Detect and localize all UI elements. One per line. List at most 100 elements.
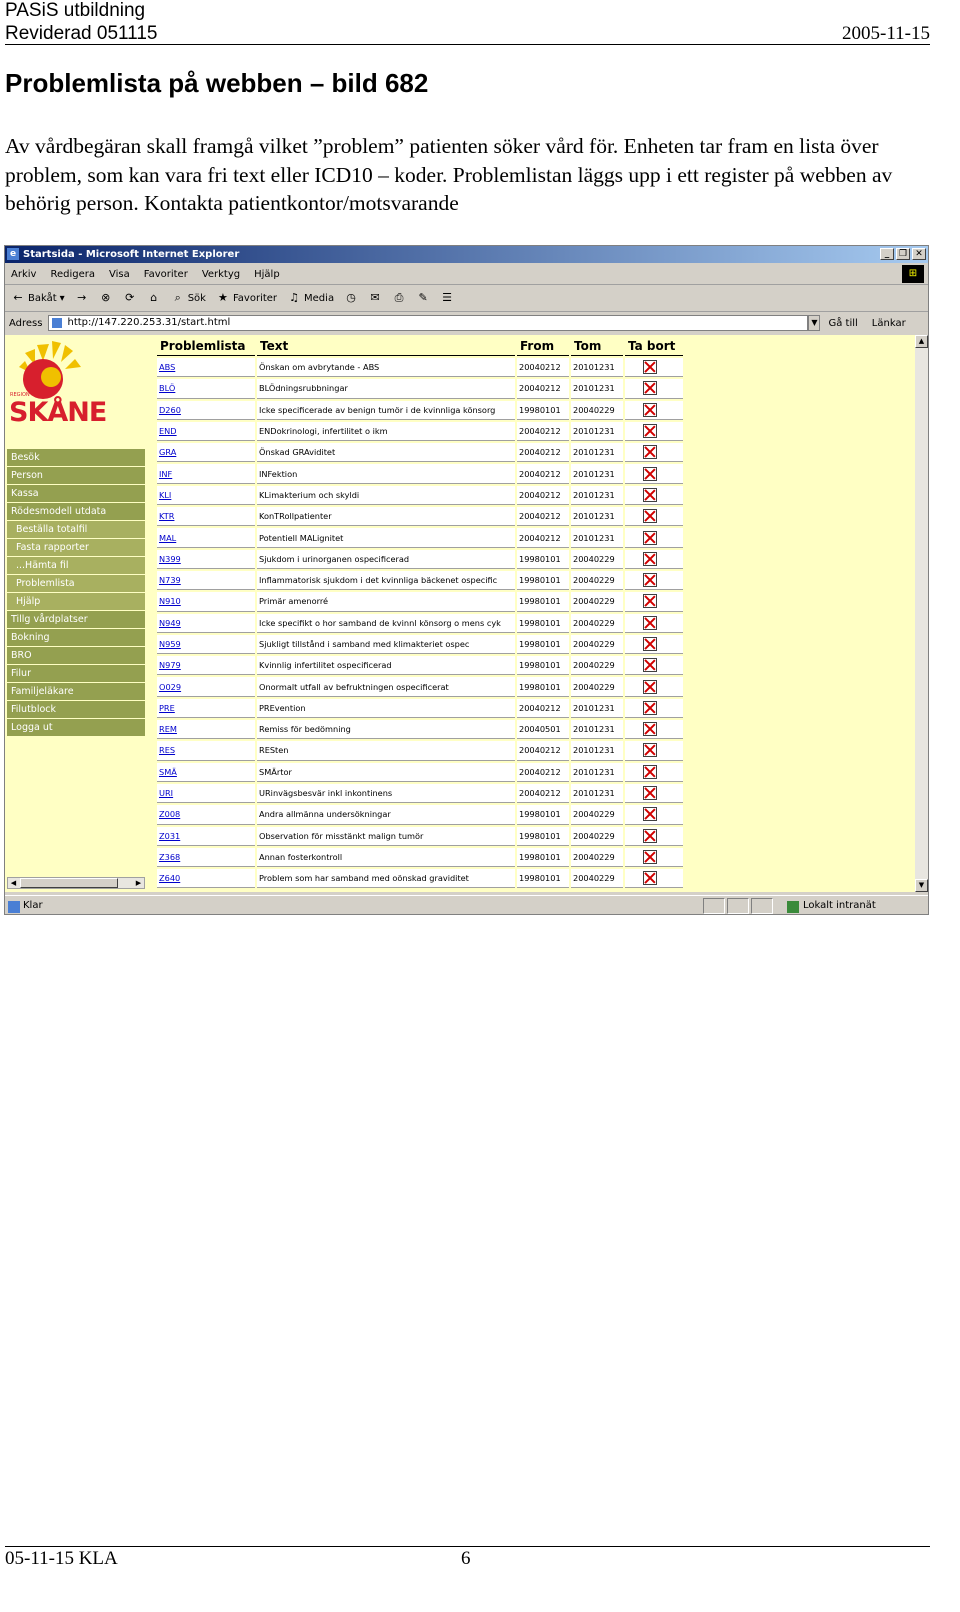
delete-icon[interactable] bbox=[643, 360, 657, 375]
nav-item-problemlista[interactable]: Problemlista bbox=[7, 575, 145, 592]
chevron-down-icon[interactable]: ▾ bbox=[60, 293, 65, 304]
nav-item-bro[interactable]: BRO bbox=[7, 647, 145, 664]
delete-icon[interactable] bbox=[643, 466, 657, 481]
problem-code-link[interactable]: Z008 bbox=[159, 809, 180, 819]
print-icon[interactable]: ⎙ bbox=[392, 291, 406, 305]
problem-code-link[interactable]: GRA bbox=[159, 447, 176, 457]
vertical-scrollbar[interactable]: ▲ ▼ bbox=[915, 335, 928, 892]
scroll-down-icon[interactable]: ▼ bbox=[915, 879, 928, 892]
problem-code-link[interactable]: URI bbox=[159, 788, 173, 798]
minimize-icon[interactable]: _ bbox=[880, 248, 894, 260]
delete-icon[interactable] bbox=[643, 594, 657, 609]
search-button[interactable]: ⌕ Sök bbox=[171, 291, 206, 305]
problem-code-link[interactable]: RES bbox=[159, 745, 175, 755]
close-icon[interactable]: ✕ bbox=[912, 248, 926, 260]
problem-code-link[interactable]: Z368 bbox=[159, 852, 180, 862]
mail-icon[interactable]: ✉ bbox=[368, 291, 382, 305]
problem-code-link[interactable]: BLÖ bbox=[159, 383, 175, 393]
address-dropdown-icon[interactable]: ▼ bbox=[808, 315, 821, 331]
delete-icon[interactable] bbox=[643, 381, 657, 396]
problem-code-link[interactable]: REM bbox=[159, 724, 177, 734]
menu-visa[interactable]: Visa bbox=[109, 269, 130, 280]
nav-item-person[interactable]: Person bbox=[7, 467, 145, 484]
nav-item-besok[interactable]: Besök bbox=[7, 449, 145, 466]
problem-code-link[interactable]: END bbox=[159, 426, 177, 436]
refresh-icon[interactable]: ⟳ bbox=[123, 291, 137, 305]
discuss-icon[interactable]: ☰ bbox=[440, 291, 454, 305]
nav-item-bokning[interactable]: Bokning bbox=[7, 629, 145, 646]
problem-code-link[interactable]: PRE bbox=[159, 703, 175, 713]
nav-item-rodesmodell[interactable]: Rödesmodell utdata bbox=[7, 503, 145, 520]
delete-icon[interactable] bbox=[643, 849, 657, 864]
delete-icon[interactable] bbox=[643, 722, 657, 737]
menu-hjalp[interactable]: Hjälp bbox=[254, 269, 280, 280]
delete-icon[interactable] bbox=[643, 573, 657, 588]
delete-icon[interactable] bbox=[643, 764, 657, 779]
nav-item-fasta-rapporter[interactable]: Fasta rapporter bbox=[7, 539, 145, 556]
delete-icon[interactable] bbox=[643, 530, 657, 545]
go-button[interactable]: Gå till bbox=[828, 318, 857, 329]
menu-redigera[interactable]: Redigera bbox=[50, 269, 95, 280]
problem-code-link[interactable]: N959 bbox=[159, 639, 181, 649]
nav-item-filur[interactable]: Filur bbox=[7, 665, 145, 682]
back-button[interactable]: ← Bakåt ▾ bbox=[11, 291, 65, 305]
delete-icon[interactable] bbox=[643, 424, 657, 439]
history-icon[interactable]: ◷ bbox=[344, 291, 358, 305]
home-icon[interactable]: ⌂ bbox=[147, 291, 161, 305]
problem-code-link[interactable]: O029 bbox=[159, 682, 181, 692]
delete-icon[interactable] bbox=[643, 786, 657, 801]
delete-icon[interactable] bbox=[643, 402, 657, 417]
address-input[interactable]: http://147.220.253.31/start.html bbox=[48, 315, 809, 331]
problem-code-link[interactable]: D260 bbox=[159, 405, 181, 415]
delete-icon[interactable] bbox=[643, 807, 657, 822]
delete-icon[interactable] bbox=[643, 658, 657, 673]
delete-icon[interactable] bbox=[643, 700, 657, 715]
problem-code-link[interactable]: Z640 bbox=[159, 873, 180, 883]
delete-icon[interactable] bbox=[643, 509, 657, 524]
delete-icon[interactable] bbox=[643, 743, 657, 758]
nav-item-logga-ut[interactable]: Logga ut bbox=[7, 719, 145, 736]
problem-code-link[interactable]: KTR bbox=[159, 511, 174, 521]
links-button[interactable]: Länkar bbox=[872, 318, 906, 329]
nav-item-hjalp[interactable]: Hjälp bbox=[7, 593, 145, 610]
delete-icon[interactable] bbox=[643, 445, 657, 460]
problem-code-link[interactable]: N910 bbox=[159, 596, 181, 606]
stop-icon[interactable]: ⊗ bbox=[99, 291, 113, 305]
menu-arkiv[interactable]: Arkiv bbox=[11, 269, 36, 280]
problem-code-link[interactable]: Z031 bbox=[159, 831, 180, 841]
scroll-up-icon[interactable]: ▲ bbox=[915, 335, 928, 348]
edit-icon[interactable]: ✎ bbox=[416, 291, 430, 305]
problem-code-link[interactable]: N739 bbox=[159, 575, 181, 585]
left-frame-hscroll[interactable]: ◀ ▶ bbox=[7, 877, 145, 889]
problem-code-link[interactable]: KLI bbox=[159, 490, 171, 500]
delete-icon[interactable] bbox=[643, 679, 657, 694]
nav-item-hamta-fil[interactable]: ...Hämta fil bbox=[7, 557, 145, 574]
delete-icon[interactable] bbox=[643, 637, 657, 651]
delete-icon[interactable] bbox=[643, 871, 657, 886]
problem-code-link[interactable]: N979 bbox=[159, 660, 181, 670]
scroll-left-icon[interactable]: ◀ bbox=[8, 878, 19, 888]
delete-icon[interactable] bbox=[643, 615, 657, 630]
media-button[interactable]: ♫ Media bbox=[287, 291, 334, 305]
problem-code-link[interactable]: N399 bbox=[159, 554, 181, 564]
delete-icon[interactable] bbox=[643, 551, 657, 566]
delete-icon[interactable] bbox=[643, 487, 657, 502]
menu-verktyg[interactable]: Verktyg bbox=[202, 269, 240, 280]
nav-item-tillg-vardplatser[interactable]: Tillg vårdplatser bbox=[7, 611, 145, 628]
hscroll-thumb[interactable] bbox=[20, 878, 118, 888]
menu-favoriter[interactable]: Favoriter bbox=[144, 269, 188, 280]
favorites-button[interactable]: ★ Favoriter bbox=[216, 291, 277, 305]
delete-icon[interactable] bbox=[643, 828, 657, 843]
nav-item-familjelakare[interactable]: Familjeläkare bbox=[7, 683, 145, 700]
nav-item-bestalla-totalfil[interactable]: Beställa totalfil bbox=[7, 521, 145, 538]
problem-code-link[interactable]: ABS bbox=[159, 362, 175, 372]
scroll-right-icon[interactable]: ▶ bbox=[133, 878, 144, 888]
problem-code-link[interactable]: N949 bbox=[159, 618, 181, 628]
problem-code-link[interactable]: INF bbox=[159, 469, 172, 479]
problem-code-link[interactable]: MAL bbox=[159, 533, 176, 543]
forward-arrow-icon[interactable]: → bbox=[75, 291, 89, 305]
nav-item-filutblock[interactable]: Filutblock bbox=[7, 701, 145, 718]
nav-item-kassa[interactable]: Kassa bbox=[7, 485, 145, 502]
problem-code-link[interactable]: SMÄ bbox=[159, 767, 177, 777]
restore-icon[interactable]: ❐ bbox=[896, 248, 910, 260]
